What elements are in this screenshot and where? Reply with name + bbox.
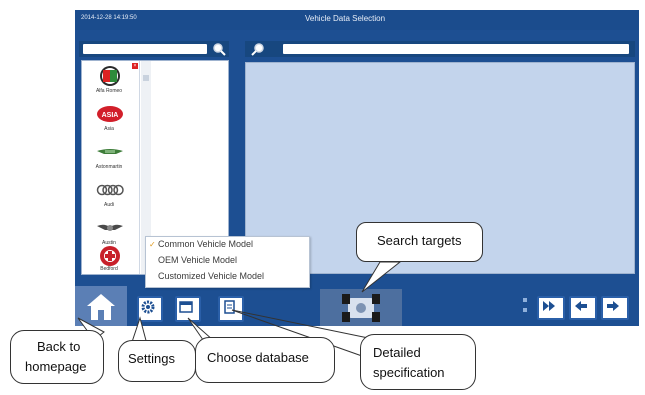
document-icon — [224, 300, 235, 314]
back-button[interactable] — [569, 296, 597, 320]
car-chassis-icon — [342, 294, 380, 322]
svg-text:ASIA: ASIA — [102, 112, 119, 119]
dropdown-item-customized[interactable]: Customized Vehicle Model — [158, 271, 264, 281]
bottom-toolbar — [75, 286, 639, 326]
scroll-thumb[interactable] — [143, 75, 149, 81]
window-title: Vehicle Data Selection — [305, 14, 386, 23]
brand-item-asia[interactable]: ASIA Asia — [86, 101, 136, 139]
check-icon: ✓ — [149, 240, 156, 249]
indicator-dot — [523, 298, 527, 302]
brand-name: Alfa Romeo — [95, 88, 123, 94]
brand-name: Astonmartin — [95, 164, 123, 170]
dropdown-item-common[interactable]: Common Vehicle Model — [158, 239, 253, 249]
brand-search-input[interactable] — [83, 44, 207, 54]
brand-item-bedford[interactable]: Bedford — [86, 243, 136, 281]
dropdown-item-oem[interactable]: OEM Vehicle Model — [158, 255, 237, 265]
close-icon[interactable]: × — [132, 63, 138, 69]
forward-button[interactable] — [601, 296, 629, 320]
fast-forward-icon — [543, 301, 555, 311]
timestamp: 2014-12-28 14:19:50 — [81, 15, 137, 21]
detailed-specification-button[interactable] — [218, 296, 244, 322]
brand-search-bar — [79, 41, 229, 57]
brand-name: Audi — [103, 202, 114, 208]
brand-list: Alfa Romeo × ASIA Asia Astonmartin Audi … — [82, 61, 140, 274]
arrow-left-icon — [575, 301, 587, 311]
callout-back-to-homepage: Back to homepage — [10, 330, 104, 384]
aston-martin-logo — [97, 149, 123, 154]
callout-search-targets: Search targets — [356, 222, 483, 262]
bedford-logo — [100, 246, 120, 266]
audi-logo — [96, 184, 124, 196]
callout-detailed-specification: Detailed specification — [360, 334, 476, 390]
home-icon — [87, 294, 115, 320]
indicator-dot — [523, 308, 527, 312]
search-targets-button[interactable] — [320, 289, 402, 326]
search-icon[interactable] — [212, 42, 226, 56]
model-search-input[interactable] — [283, 44, 629, 54]
home-button[interactable] — [75, 286, 127, 326]
model-search-bar — [245, 41, 635, 57]
vehicle-model-dropdown: ✓ Common Vehicle Model OEM Vehicle Model… — [145, 236, 310, 288]
asia-logo: ASIA — [97, 106, 123, 122]
database-icon — [179, 301, 193, 313]
brand-item-audi[interactable]: Audi — [86, 177, 136, 215]
fast-forward-button[interactable] — [537, 296, 565, 320]
brand-item-astonmartin[interactable]: Astonmartin — [86, 139, 136, 177]
callout-settings: Settings — [118, 340, 196, 382]
brand-name: Asia — [104, 126, 114, 132]
arrow-right-icon — [607, 301, 619, 311]
settings-button[interactable] — [137, 296, 163, 322]
title-bar: 2014-12-28 14:19:50 Vehicle Data Selecti… — [75, 10, 639, 30]
callout-choose-database: Choose database — [195, 337, 335, 383]
brand-item-alfa-romeo[interactable]: Alfa Romeo × — [86, 63, 138, 101]
brand-name: Bedford — [100, 266, 118, 272]
austin-logo — [97, 224, 123, 231]
gear-icon — [141, 300, 155, 314]
choose-database-button[interactable] — [175, 296, 201, 322]
alfa-romeo-logo — [100, 66, 120, 86]
search-icon[interactable] — [251, 42, 265, 56]
